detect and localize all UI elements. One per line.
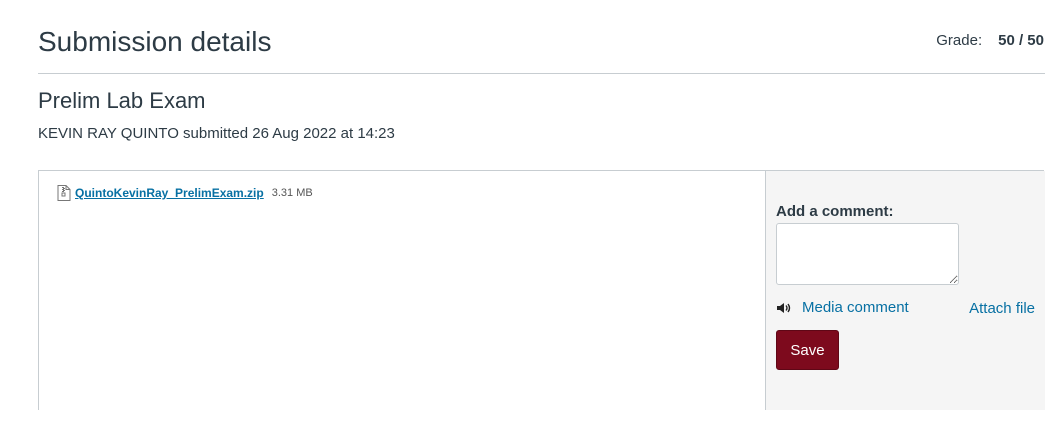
- speaker-icon: [776, 301, 792, 315]
- page-title: Submission details: [38, 26, 272, 57]
- zip-file-icon: [57, 185, 71, 201]
- media-comment-link[interactable]: Media comment: [776, 299, 909, 316]
- save-button[interactable]: Save: [776, 330, 839, 370]
- grade-label: Grade:: [936, 32, 983, 49]
- grade-summary: Grade: 50 / 50: [936, 32, 1044, 49]
- assignment-title: Prelim Lab Exam: [38, 88, 206, 113]
- submission-panel: QuintoKevinRay_PrelimExam.zip 3.31 MB Ad…: [38, 170, 1045, 410]
- attach-file-link[interactable]: Attach file: [969, 300, 1035, 317]
- submitted-files: QuintoKevinRay_PrelimExam.zip 3.31 MB: [39, 171, 765, 410]
- header-divider: [38, 73, 1045, 74]
- file-download-link[interactable]: QuintoKevinRay_PrelimExam.zip: [75, 186, 264, 200]
- grade-value: 50 / 50: [998, 32, 1044, 49]
- submission-info: KEVIN RAY QUINTO submitted 26 Aug 2022 a…: [38, 125, 395, 142]
- file-size: 3.31 MB: [271, 187, 313, 199]
- add-comment-label: Add a comment:: [776, 203, 894, 220]
- comment-section: Add a comment: Media comment Attach file…: [765, 171, 1045, 410]
- file-item: QuintoKevinRay_PrelimExam.zip 3.31 MB: [57, 185, 313, 201]
- comment-textarea[interactable]: [776, 223, 959, 285]
- media-comment-label: Media comment: [802, 299, 909, 316]
